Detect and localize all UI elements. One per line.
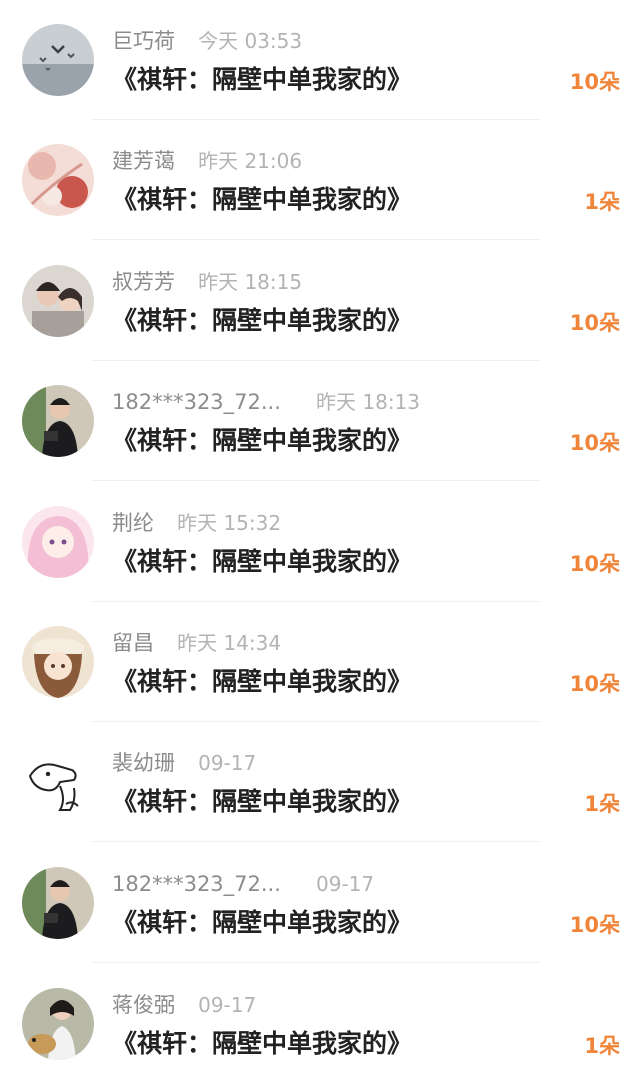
book-title[interactable]: 《祺轩：隔壁中单我家的》 bbox=[112, 303, 412, 339]
book-title[interactable]: 《祺轩：隔壁中单我家的》 bbox=[112, 664, 412, 700]
list-item[interactable]: 叔芳芳 昨天 18:15 《祺轩：隔壁中单我家的》 10朵 bbox=[0, 241, 640, 361]
avatar[interactable] bbox=[22, 746, 94, 818]
avatar[interactable] bbox=[22, 626, 94, 698]
sketch-dog-avatar-image bbox=[22, 746, 94, 818]
user-name[interactable]: 叔芳芳 bbox=[112, 267, 175, 297]
list-item[interactable]: 建芳蔼 昨天 21:06 《祺轩：隔壁中单我家的》 1朵 bbox=[0, 120, 640, 240]
couple-photo-avatar-image bbox=[22, 265, 94, 337]
timestamp: 昨天 14:34 bbox=[177, 631, 282, 655]
timestamp: 昨天 18:13 bbox=[316, 390, 421, 414]
avatar[interactable] bbox=[22, 385, 94, 457]
gift-count: 10朵 bbox=[569, 311, 620, 335]
avatar[interactable] bbox=[22, 988, 94, 1060]
pink-anime-girl-avatar-image bbox=[22, 506, 94, 578]
book-title[interactable]: 《祺轩：隔壁中单我家的》 bbox=[112, 905, 412, 941]
person-with-dog-avatar-image bbox=[22, 988, 94, 1060]
avatar[interactable] bbox=[22, 144, 94, 216]
book-title[interactable]: 《祺轩：隔壁中单我家的》 bbox=[112, 1026, 412, 1062]
timestamp: 昨天 18:15 bbox=[198, 270, 303, 294]
timestamp: 09-17 bbox=[198, 993, 257, 1017]
gift-count: 10朵 bbox=[569, 552, 620, 576]
list-item[interactable]: 蒋俊弼 09-17 《祺轩：隔壁中单我家的》 1朵 bbox=[0, 964, 640, 1078]
item-meta: 蒋俊弼 09-17 bbox=[112, 990, 256, 1020]
item-meta: 叔芳芳 昨天 18:15 bbox=[112, 267, 302, 297]
book-title[interactable]: 《祺轩：隔壁中单我家的》 bbox=[112, 784, 412, 820]
user-name[interactable]: 荆纶 bbox=[112, 508, 154, 538]
gift-count: 1朵 bbox=[584, 792, 620, 816]
list-item[interactable]: 182***323_72... 09-17 《祺轩：隔壁中单我家的》 10朵 bbox=[0, 843, 640, 963]
timestamp: 09-17 bbox=[198, 751, 257, 775]
divider bbox=[92, 841, 540, 842]
divider bbox=[92, 962, 540, 963]
avatar[interactable] bbox=[22, 265, 94, 337]
item-meta: 建芳蔼 昨天 21:06 bbox=[112, 146, 302, 176]
timestamp: 09-17 bbox=[316, 872, 375, 896]
timestamp: 今天 03:53 bbox=[198, 29, 303, 53]
avatar[interactable] bbox=[22, 867, 94, 939]
user-name[interactable]: 蒋俊弼 bbox=[112, 990, 175, 1020]
item-meta: 荆纶 昨天 15:32 bbox=[112, 508, 281, 538]
gift-count: 10朵 bbox=[569, 913, 620, 937]
birds-sky-avatar-image bbox=[22, 24, 94, 96]
item-meta: 182***323_72... 09-17 bbox=[112, 869, 374, 899]
list-item[interactable]: 留昌 昨天 14:34 《祺轩：隔壁中单我家的》 10朵 bbox=[0, 602, 640, 722]
avatar[interactable] bbox=[22, 24, 94, 96]
divider bbox=[92, 480, 540, 481]
person-camera-avatar-image bbox=[22, 385, 94, 457]
user-name[interactable]: 巨巧荷 bbox=[112, 26, 175, 56]
gift-count: 10朵 bbox=[569, 672, 620, 696]
person-camera-avatar-image bbox=[22, 867, 94, 939]
book-title[interactable]: 《祺轩：隔壁中单我家的》 bbox=[112, 182, 412, 218]
gift-count: 10朵 bbox=[569, 431, 620, 455]
user-name[interactable]: 182***323_72... bbox=[112, 387, 281, 417]
book-title[interactable]: 《祺轩：隔壁中单我家的》 bbox=[112, 423, 412, 459]
user-name[interactable]: 留昌 bbox=[112, 628, 154, 658]
avatar[interactable] bbox=[22, 506, 94, 578]
book-title[interactable]: 《祺轩：隔壁中单我家的》 bbox=[112, 544, 412, 580]
list-item[interactable]: 裴幼珊 09-17 《祺轩：隔壁中单我家的》 1朵 bbox=[0, 722, 640, 842]
divider bbox=[92, 239, 540, 240]
list-item[interactable]: 巨巧荷 今天 03:53 《祺轩：隔壁中单我家的》 10朵 bbox=[0, 0, 640, 120]
timestamp: 昨天 15:32 bbox=[177, 511, 282, 535]
gift-count: 1朵 bbox=[584, 1034, 620, 1058]
item-meta: 留昌 昨天 14:34 bbox=[112, 628, 281, 658]
floral-anime-avatar-image bbox=[22, 144, 94, 216]
gift-count: 10朵 bbox=[569, 70, 620, 94]
item-meta: 裴幼珊 09-17 bbox=[112, 748, 256, 778]
gift-record-list: 巨巧荷 今天 03:53 《祺轩：隔壁中单我家的》 10朵 建芳蔼 昨天 21:… bbox=[0, 0, 640, 1078]
user-name[interactable]: 裴幼珊 bbox=[112, 748, 175, 778]
user-name[interactable]: 建芳蔼 bbox=[112, 146, 175, 176]
book-title[interactable]: 《祺轩：隔壁中单我家的》 bbox=[112, 62, 412, 98]
user-name[interactable]: 182***323_72... bbox=[112, 869, 281, 899]
anime-girl-hat-avatar-image bbox=[22, 626, 94, 698]
item-meta: 182***323_72... 昨天 18:13 bbox=[112, 387, 420, 417]
list-item[interactable]: 182***323_72... 昨天 18:13 《祺轩：隔壁中单我家的》 10… bbox=[0, 361, 640, 481]
item-meta: 巨巧荷 今天 03:53 bbox=[112, 26, 302, 56]
gift-count: 1朵 bbox=[584, 190, 620, 214]
list-item[interactable]: 荆纶 昨天 15:32 《祺轩：隔壁中单我家的》 10朵 bbox=[0, 482, 640, 602]
timestamp: 昨天 21:06 bbox=[198, 149, 303, 173]
